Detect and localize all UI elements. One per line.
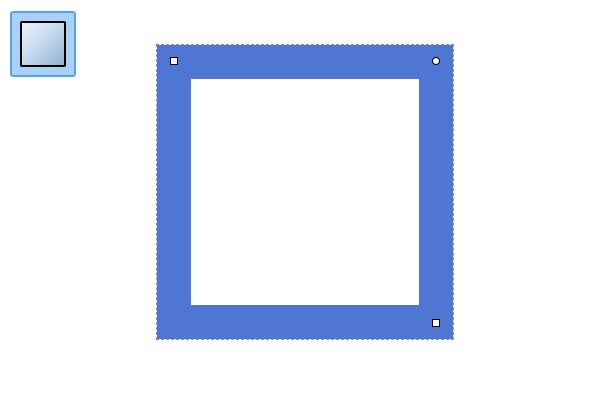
resize-handle-top-left[interactable] bbox=[170, 57, 178, 65]
adjust-handle-top-right[interactable] bbox=[432, 57, 440, 65]
frame-icon-square bbox=[20, 21, 66, 67]
frame-shape-icon bbox=[20, 21, 66, 67]
drawing-canvas[interactable] bbox=[0, 0, 600, 400]
frame-tool-button[interactable] bbox=[10, 11, 76, 77]
frame-hole bbox=[191, 79, 419, 305]
resize-handle-bottom-right[interactable] bbox=[432, 319, 440, 327]
frame-shape[interactable] bbox=[156, 44, 454, 340]
